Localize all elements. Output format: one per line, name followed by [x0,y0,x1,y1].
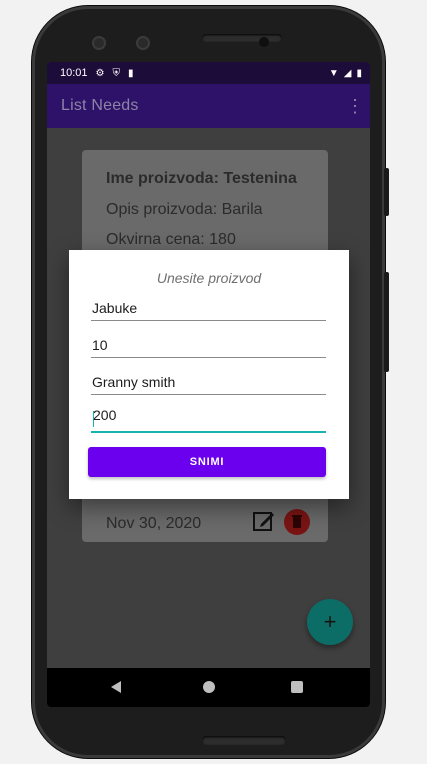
recents-icon[interactable] [291,681,303,693]
signal-icon: ◢ [343,67,352,79]
price-field[interactable]: 200 [91,407,326,433]
volume-button [384,272,389,372]
more-vert-icon[interactable]: ⋮ [346,95,364,117]
status-time: 10:01 [60,67,88,79]
quantity-field[interactable]: 10 [91,333,326,358]
product-name: Ime proizvoda: Testenina [106,170,297,187]
front-camera [92,36,106,50]
home-icon[interactable] [203,681,215,693]
dialog-title: Unesite proizvod [156,270,262,286]
status-bar: 10:01 ⚙ ⛨ ▮ ▼ ◢ ▮ [47,62,370,84]
price-value: 200 [93,407,117,423]
power-button [384,168,389,216]
device-screen: 10:01 ⚙ ⛨ ▮ ▼ ◢ ▮ List Needs ⋮ Ime proiz… [47,62,370,707]
shield-icon: ⛨ [112,67,121,79]
wifi-icon: ▼ [328,67,339,79]
battery-icon: ▮ [356,67,362,79]
product-description: Opis proizvoda: Barila [106,201,263,218]
add-product-dialog: Unesite proizvod Jabuke 10 Granny smith … [69,250,349,499]
settings-icon: ⚙ [95,67,105,79]
edit-icon[interactable] [252,509,276,533]
earpiece-speaker [202,34,282,42]
product-date: Nov 30, 2020 [106,515,202,532]
product-price: Okvirna cena: 180 [106,231,236,248]
description-value: Granny smith [92,374,176,390]
system-nav-bar [47,668,370,707]
add-fab-button[interactable]: + [307,599,353,645]
save-button[interactable]: SNIMI [88,447,326,477]
name-value: Jabuke [92,300,138,316]
front-camera-secondary [136,36,150,50]
app-title: List Needs [61,97,139,114]
description-field[interactable]: Granny smith [91,370,326,395]
name-field[interactable]: Jabuke [91,296,326,321]
bottom-speaker [202,736,286,745]
back-icon[interactable] [111,681,121,693]
app-bar: List Needs ⋮ [47,84,370,128]
clipboard-icon: ▮ [128,67,134,79]
proximity-sensor [259,37,269,47]
trash-icon[interactable] [284,509,310,535]
quantity-value: 10 [92,337,108,353]
